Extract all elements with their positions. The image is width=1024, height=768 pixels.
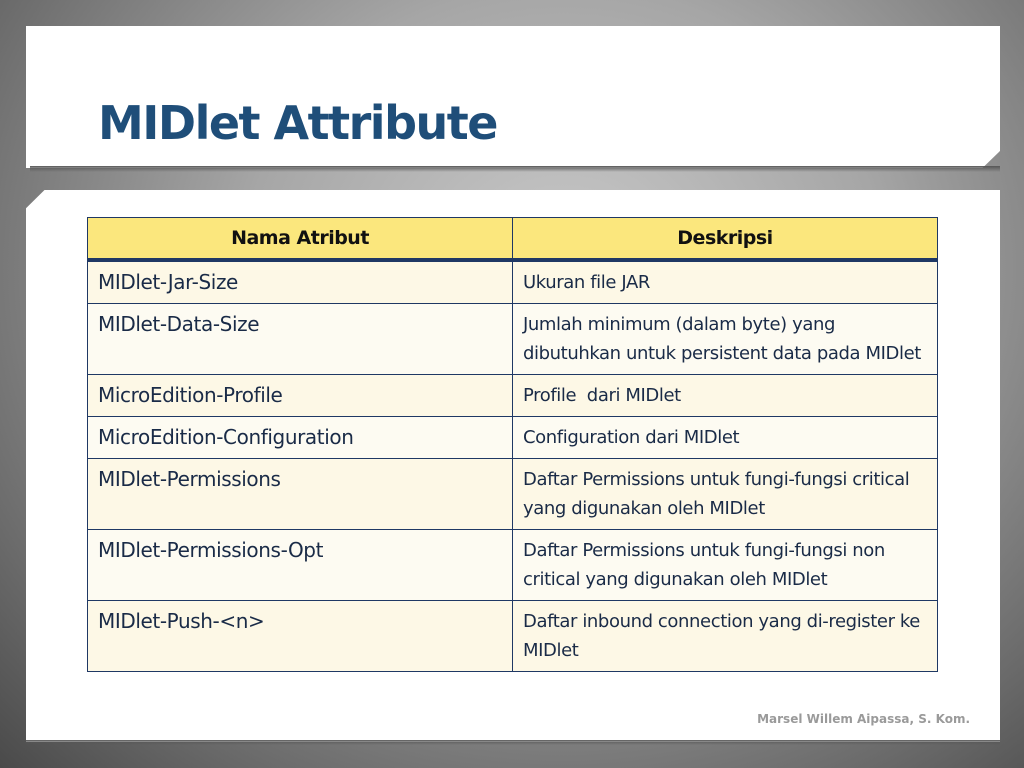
table-row: MIDlet-Jar-Size Ukuran file JAR xyxy=(87,259,938,304)
table-row: MIDlet-Push-<n> Daftar inbound connectio… xyxy=(87,599,938,672)
attribute-name-cell: MIDlet-Permissions xyxy=(87,457,513,530)
attribute-description-cell: Daftar inbound connection yang di-regist… xyxy=(512,599,938,672)
attribute-table: Nama Atribut Deskripsi MIDlet-Jar-Size U… xyxy=(87,217,938,672)
attribute-description-cell: Daftar Permissions untuk fungi-fungsi no… xyxy=(512,528,938,601)
table-row: MicroEdition-Configuration Configuration… xyxy=(87,415,938,459)
attribute-name-cell: MIDlet-Data-Size xyxy=(87,302,513,375)
header-nama-atribut: Nama Atribut xyxy=(87,217,513,262)
slide-title: MIDlet Attribute xyxy=(98,96,498,150)
attribute-name-cell: MicroEdition-Configuration xyxy=(87,415,513,459)
table-row: MicroEdition-Profile Profile dari MIDlet xyxy=(87,373,938,417)
attribute-name-cell: MicroEdition-Profile xyxy=(87,373,513,417)
attribute-name-cell: MIDlet-Push-<n> xyxy=(87,599,513,672)
table-row: MIDlet-Permissions-Opt Daftar Permission… xyxy=(87,528,938,601)
footer-author: Marsel Willem Aipassa, S. Kom. xyxy=(757,712,970,726)
attribute-description-cell: Profile dari MIDlet xyxy=(512,373,938,417)
attribute-description-cell: Daftar Permissions untuk fungi-fungsi cr… xyxy=(512,457,938,530)
content-panel-shadow xyxy=(26,740,1000,745)
table-row: MIDlet-Data-Size Jumlah minimum (dalam b… xyxy=(87,302,938,375)
table-header-row: Nama Atribut Deskripsi xyxy=(87,217,938,262)
attribute-description-cell: Ukuran file JAR xyxy=(512,259,938,304)
attribute-description-cell: Configuration dari MIDlet xyxy=(512,415,938,459)
attribute-name-cell: MIDlet-Jar-Size xyxy=(87,259,513,304)
table-row: MIDlet-Permissions Daftar Permissions un… xyxy=(87,457,938,530)
title-panel-shadow xyxy=(30,166,1000,172)
header-deskripsi: Deskripsi xyxy=(512,217,938,262)
attribute-name-cell: MIDlet-Permissions-Opt xyxy=(87,528,513,601)
attribute-description-cell: Jumlah minimum (dalam byte) yang dibutuh… xyxy=(512,302,938,375)
